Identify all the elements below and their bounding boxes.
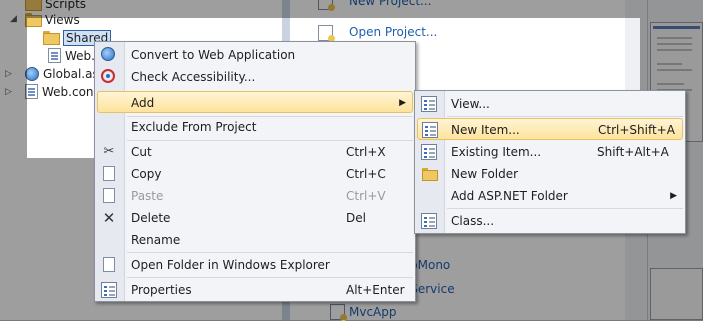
folder-icon	[43, 31, 60, 45]
accessibility-icon	[101, 69, 115, 83]
menu-item-open-folder-in-windows-explorer[interactable]: Open Folder in Windows Explorer	[97, 254, 413, 276]
submenu-arrow-icon: ▶	[399, 98, 406, 108]
menu-item-class[interactable]: Class...	[417, 210, 683, 232]
menu-item-new-item[interactable]: New Item... Ctrl+Shift+A	[417, 118, 683, 140]
tree-item-global-asax[interactable]: Global.as	[25, 65, 99, 83]
menu-item-paste[interactable]: Paste Ctrl+V	[97, 185, 413, 207]
submenu-arrow-icon: ▶	[670, 191, 677, 201]
new-item-icon	[422, 122, 438, 138]
copy-icon	[103, 166, 115, 181]
menu-separator	[127, 277, 413, 278]
menu-item-existing-item[interactable]: Existing Item... Shift+Alt+A	[417, 141, 683, 163]
menu-item-convert-to-web-application[interactable]: Convert to Web Application	[97, 44, 413, 66]
scissors-icon: ✂	[103, 144, 115, 159]
dim-overlay	[0, 0, 703, 18]
menu-item-check-accessibility[interactable]: Check Accessibility...	[97, 66, 413, 88]
web-icon	[101, 47, 115, 61]
menu-item-cut[interactable]: ✂ Cut Ctrl+X	[97, 141, 413, 163]
menu-item-copy[interactable]: Copy Ctrl+C	[97, 163, 413, 185]
menu-item-rename[interactable]: Rename	[97, 229, 413, 251]
context-menu: Convert to Web Application Check Accessi…	[94, 41, 416, 302]
view-icon	[421, 96, 437, 112]
tree-item-web-config[interactable]: Web.con	[25, 83, 94, 101]
menu-item-new-folder[interactable]: New Folder	[417, 163, 683, 185]
properties-icon	[101, 282, 117, 298]
menu-item-properties[interactable]: Properties Alt+Enter	[97, 279, 413, 301]
menu-item-add-aspnet-folder[interactable]: Add ASP.NET Folder ▶	[417, 185, 683, 207]
config-file-icon	[48, 48, 61, 63]
open-project-icon	[318, 25, 335, 42]
global-asax-icon	[25, 67, 39, 81]
class-icon	[421, 213, 437, 229]
menu-item-add[interactable]: Add ▶	[97, 91, 413, 113]
menu-separator	[447, 116, 683, 117]
menu-separator	[127, 252, 413, 253]
menu-item-exclude-from-project[interactable]: Exclude From Project	[97, 116, 413, 138]
menu-item-view[interactable]: View...	[417, 93, 683, 115]
dim-overlay	[0, 18, 27, 158]
delete-icon: ✕	[102, 209, 116, 227]
add-submenu: View... New Item... Ctrl+Shift+A Existin…	[414, 90, 686, 234]
open-folder-icon	[103, 257, 115, 272]
existing-item-icon	[421, 144, 437, 160]
open-project-link[interactable]: Open Project...	[349, 25, 437, 39]
folder-icon	[421, 166, 438, 182]
menu-separator	[447, 208, 683, 209]
paste-icon	[103, 188, 115, 203]
menu-item-delete[interactable]: ✕ Delete Del	[97, 207, 413, 229]
